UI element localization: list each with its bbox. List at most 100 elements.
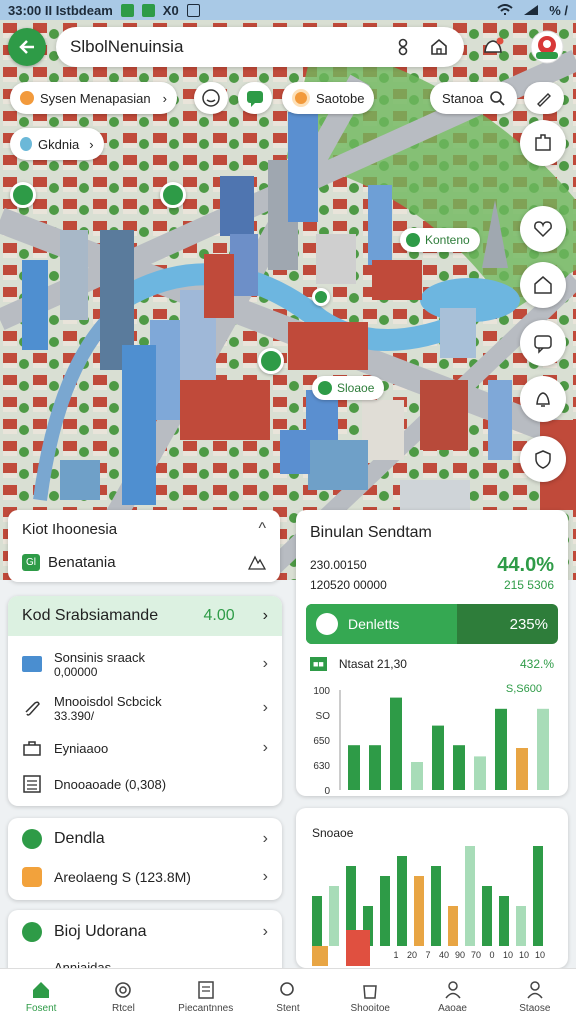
list-card: Kod Srabsiamande 4.00 › Sonsinis sraack 0…	[8, 596, 282, 806]
x-tick-label: 7	[425, 950, 430, 960]
bar	[369, 745, 381, 790]
bar	[465, 846, 475, 946]
map-control-bell[interactable]	[520, 376, 566, 422]
y-tick-label: SO	[316, 711, 331, 722]
map-label[interactable]: Sloaoe	[312, 376, 385, 400]
bar	[516, 748, 528, 790]
search-icon	[490, 91, 505, 106]
list-card-header[interactable]: Kod Srabsiamande 4.00 ›	[8, 596, 282, 636]
chip-filter-2[interactable]: Saotobe	[282, 82, 375, 114]
status-icon-text: X0	[162, 2, 179, 18]
wallet-icon	[22, 867, 42, 887]
map-pin[interactable]	[258, 348, 284, 374]
chevron-right-icon: ›	[262, 607, 268, 624]
app-notification-icon	[120, 3, 134, 17]
progress-bar[interactable]: Denletts 235%	[306, 604, 558, 644]
home-icon	[534, 276, 552, 294]
signal-icon	[524, 5, 539, 15]
search-bar[interactable]: SlbolNenuinsia	[56, 27, 464, 67]
x-tick-label: 1	[393, 950, 398, 960]
map-control-home[interactable]	[520, 262, 566, 308]
chip-chat[interactable]	[238, 82, 272, 114]
id-card-icon	[22, 656, 42, 672]
chevron-up-icon[interactable]: ^	[258, 520, 266, 538]
map-pin[interactable]	[10, 182, 36, 208]
legend-swatch: ■■	[310, 657, 327, 671]
battery-text: % /	[549, 2, 568, 18]
chevron-right-icon: ›	[262, 923, 268, 940]
map-control-heart[interactable]	[520, 206, 566, 252]
stats-percent: 44.0%	[497, 553, 554, 576]
list-item[interactable]: Eyniaaoo ›	[8, 730, 282, 766]
share-icon[interactable]	[392, 36, 414, 58]
location-icon	[20, 137, 32, 151]
bar	[453, 745, 465, 790]
chip-smiley[interactable]	[194, 82, 228, 114]
list-item[interactable]: Dendla ›	[8, 818, 282, 860]
chevron-right-icon: ›	[262, 868, 268, 885]
map-control-message[interactable]	[520, 320, 566, 366]
map-pin[interactable]	[312, 288, 330, 306]
list-icon	[23, 775, 41, 793]
map-control-puzzle[interactable]	[520, 120, 566, 166]
nav-home[interactable]: Fosent	[0, 969, 82, 1024]
map-pin[interactable]	[160, 182, 186, 208]
bar	[390, 697, 402, 790]
list-item[interactable]: Bioj Udorana ›	[8, 910, 282, 954]
x-tick-label: 70	[471, 950, 481, 960]
list-item[interactable]: Dnooaoade (0,308)	[8, 766, 282, 802]
check-icon	[316, 613, 338, 635]
region-title: Kiot Ihoonesia	[22, 520, 118, 538]
chip-edit[interactable]	[524, 82, 564, 114]
chevron-right-icon: ›	[262, 699, 268, 716]
pencil-icon	[537, 93, 551, 107]
arrow-left-icon	[19, 40, 34, 54]
chip-filter-4[interactable]: Gkdnia ›	[10, 128, 104, 160]
chip-filter-3[interactable]: Stanoa	[430, 82, 518, 114]
bar	[448, 906, 458, 946]
nav-account[interactable]: Aaoae	[411, 969, 493, 1024]
bar	[312, 896, 322, 946]
status-time: 33:00 II Istbdeam	[8, 2, 113, 18]
bell-icon	[484, 37, 504, 53]
nav-search[interactable]: Stent	[247, 969, 329, 1024]
avatar[interactable]	[528, 28, 566, 66]
list-item[interactable]: Mnooisdol Scbcick 33.390/ ›	[8, 686, 282, 730]
bar	[411, 762, 423, 790]
bell-icon	[536, 392, 550, 407]
y-tick-label: 100	[313, 686, 330, 697]
heart-icon	[534, 221, 552, 238]
x-tick-label: 10	[503, 950, 513, 960]
y-tick-label: 650	[313, 736, 330, 747]
shield-icon	[535, 450, 551, 469]
bar	[431, 866, 441, 946]
map-control-shield[interactable]	[520, 436, 566, 482]
bar	[499, 896, 509, 946]
back-button[interactable]	[8, 28, 46, 66]
document-icon	[197, 980, 214, 999]
nav-shop[interactable]: Shooitoe	[329, 969, 411, 1024]
x-tick-label: 10	[519, 950, 529, 960]
nav-settings[interactable]: Rtcel	[82, 969, 164, 1024]
message-icon	[534, 335, 552, 354]
nav-profile[interactable]: Staose	[494, 969, 576, 1024]
map-label[interactable]: Konteno	[400, 228, 480, 252]
region-badge: Gl	[22, 553, 40, 571]
summary-card: Dendla › Areolaeng S (123.8M) ›	[8, 818, 282, 900]
region-card[interactable]: Kiot Ihoonesia ^ Gl Benatania	[8, 510, 280, 582]
leaf-icon	[22, 829, 42, 849]
bar	[346, 930, 370, 966]
list-item[interactable]: Areolaeng S (123.8M) ›	[8, 860, 282, 894]
chevron-right-icon: ›	[162, 90, 167, 106]
x-tick-label: 90	[455, 950, 465, 960]
region-subtitle: Benatania	[48, 553, 116, 571]
nav-documents[interactable]: Piecantnnes	[165, 969, 247, 1024]
list-item[interactable]: Sonsinis sraack 0,00000 ›	[8, 642, 282, 686]
list-card-value: 4.00	[203, 607, 235, 624]
stats-bar-chart: 100 SO 650 630 0 S,S600	[313, 683, 549, 797]
bell-button[interactable]	[474, 28, 512, 66]
wifi-icon	[497, 4, 513, 15]
home-icon[interactable]	[428, 36, 450, 58]
chip-filter-1[interactable]: Sysen Menapasian ›	[10, 82, 177, 114]
bar-data-label: S,S600	[506, 683, 542, 695]
